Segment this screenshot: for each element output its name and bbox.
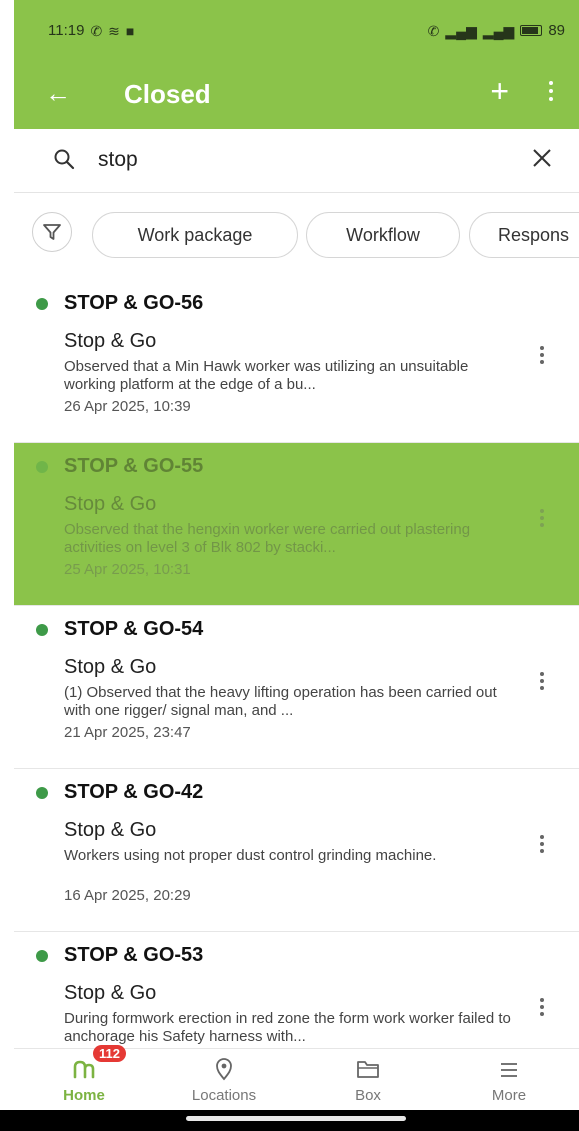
filter-chip-work-package[interactable]: Work package	[92, 212, 298, 258]
gesture-pill[interactable]	[186, 1116, 406, 1121]
status-dot	[36, 461, 48, 473]
filter-button[interactable]	[32, 212, 72, 252]
back-arrow-icon[interactable]: ←	[40, 75, 76, 111]
status-dot	[36, 298, 48, 310]
bottom-navigation: 112 Home Locations Box More	[14, 1045, 579, 1111]
item-date: 21 Apr 2025, 23:47	[64, 724, 191, 741]
close-icon[interactable]	[527, 143, 557, 173]
filter-chip-workflow[interactable]: Workflow	[306, 212, 460, 258]
item-id: STOP & GO-53	[64, 944, 204, 966]
nav-locations[interactable]: Locations	[154, 1049, 294, 1111]
nav-label-box: Box	[355, 1087, 381, 1104]
list-item[interactable]: STOP & GO-42 Stop & Go Workers using not…	[14, 769, 579, 932]
item-overflow-icon[interactable]	[530, 666, 554, 696]
status-right: ✆ ▂▄▆ ▂▄▆ 89	[428, 22, 565, 39]
notification-badge: 112	[93, 1045, 126, 1062]
filter-chip-responsible[interactable]: Respons	[469, 212, 579, 258]
item-type: Stop & Go	[64, 330, 157, 352]
item-description: Workers using not proper dust control gr…	[64, 847, 437, 864]
status-bar: 11:19 ✆ ≋ ■ ✆ ▂▄▆ ▂▄▆ 89	[14, 0, 579, 57]
battery-icon	[520, 25, 543, 36]
battery-level: 89	[548, 22, 565, 39]
nav-label-home: Home	[63, 1087, 105, 1104]
folder-icon	[357, 1061, 379, 1078]
item-id: STOP & GO-54	[64, 618, 204, 640]
signal-icon: ▂▄▆	[445, 22, 477, 39]
search-icon	[54, 149, 75, 170]
item-description: Observed that the hengxin worker were ca…	[64, 521, 471, 556]
item-type: Stop & Go	[64, 656, 157, 678]
nav-label-more: More	[491, 1087, 527, 1104]
system-navigation-bar	[0, 1110, 579, 1131]
filter-bar: Work package Workflow Respons	[14, 194, 579, 280]
add-icon[interactable]: +	[490, 73, 509, 109]
item-id: STOP & GO-56	[64, 292, 204, 314]
phone-screen: 11:19 ✆ ≋ ■ ✆ ▂▄▆ ▂▄▆ 89 ← Closed + stop	[14, 0, 579, 1131]
overflow-menu-icon[interactable]	[541, 73, 561, 109]
app-bar: ← Closed +	[14, 57, 579, 129]
nav-home[interactable]: 112 Home	[14, 1045, 154, 1111]
list-item[interactable]: STOP & GO-56 Stop & Go Observed that a M…	[14, 280, 579, 443]
location-pin-icon	[216, 1058, 232, 1081]
list-item[interactable]: STOP & GO-54 Stop & Go (1) Observed that…	[14, 606, 579, 769]
cast-icon: ≋	[108, 22, 120, 39]
status-time: 11:19	[48, 22, 85, 39]
search-bar: stop	[14, 129, 579, 193]
item-list: STOP & GO-56 Stop & Go Observed that a M…	[14, 280, 579, 1095]
nav-more[interactable]: More	[439, 1049, 579, 1111]
video-icon: ■	[125, 22, 135, 39]
item-type: Stop & Go	[64, 819, 157, 841]
item-overflow-icon[interactable]	[530, 829, 554, 859]
item-id: STOP & GO-42	[64, 781, 204, 803]
item-description: (1) Observed that the heavy lifting oper…	[64, 684, 497, 719]
hamburger-menu-icon	[501, 1063, 517, 1077]
item-type: Stop & Go	[64, 982, 157, 1004]
status-dot	[36, 950, 48, 962]
home-icon	[73, 1060, 95, 1079]
nav-box[interactable]: Box	[298, 1049, 438, 1111]
item-date: 16 Apr 2025, 20:29	[64, 887, 191, 904]
filter-icon	[43, 224, 61, 240]
item-date: 25 Apr 2025, 10:31	[64, 561, 191, 578]
nav-label-locations: Locations	[191, 1087, 257, 1104]
item-overflow-icon[interactable]	[530, 992, 554, 1022]
status-left: 11:19 ✆ ≋ ■	[48, 22, 134, 39]
search-input[interactable]: stop	[98, 148, 138, 172]
item-id: STOP & GO-55	[64, 455, 204, 477]
item-type: Stop & Go	[64, 493, 157, 515]
page-title: Closed	[124, 79, 211, 109]
item-overflow-icon[interactable]	[530, 340, 554, 370]
item-description: Observed that a Min Hawk worker was util…	[64, 358, 469, 393]
item-date: 26 Apr 2025, 10:39	[64, 398, 191, 415]
whatsapp-icon: ✆	[90, 22, 103, 39]
call-forward-icon: ✆	[427, 22, 440, 39]
item-description: During formwork erection in red zone the…	[64, 1010, 511, 1045]
list-item-selected[interactable]: STOP & GO-55 Stop & Go Observed that the…	[14, 443, 579, 606]
item-overflow-icon[interactable]	[530, 503, 554, 533]
status-dot	[36, 624, 48, 636]
status-dot	[36, 787, 48, 799]
signal-icon-2: ▂▄▆	[482, 22, 515, 39]
